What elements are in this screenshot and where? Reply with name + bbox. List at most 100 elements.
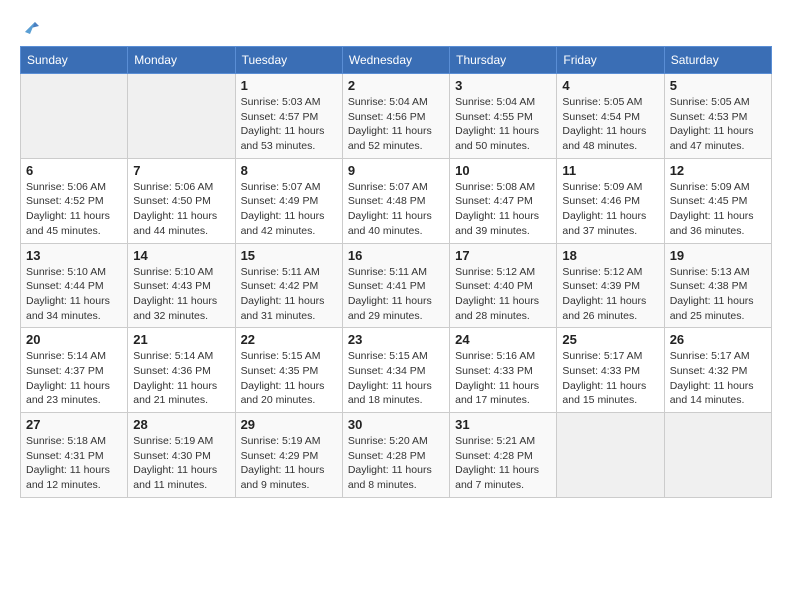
sunrise-text: Sunrise: 5:07 AM [241,180,337,195]
sunrise-text: Sunrise: 5:03 AM [241,95,337,110]
sunrise-text: Sunrise: 5:15 AM [241,349,337,364]
calendar-cell: 15Sunrise: 5:11 AMSunset: 4:42 PMDayligh… [235,243,342,328]
daylight-text: Daylight: 11 hours and 18 minutes. [348,379,444,408]
sunset-text: Sunset: 4:52 PM [26,194,122,209]
weekday-header-thursday: Thursday [450,47,557,74]
sunrise-text: Sunrise: 5:19 AM [133,434,229,449]
sunrise-text: Sunrise: 5:08 AM [455,180,551,195]
sunrise-text: Sunrise: 5:13 AM [670,265,766,280]
day-number: 11 [562,163,658,178]
calendar-cell: 5Sunrise: 5:05 AMSunset: 4:53 PMDaylight… [664,74,771,159]
weekday-header-friday: Friday [557,47,664,74]
sunrise-text: Sunrise: 5:11 AM [241,265,337,280]
calendar-cell: 11Sunrise: 5:09 AMSunset: 4:46 PMDayligh… [557,158,664,243]
calendar-week-row: 20Sunrise: 5:14 AMSunset: 4:37 PMDayligh… [21,328,772,413]
daylight-text: Daylight: 11 hours and 9 minutes. [241,463,337,492]
calendar-cell: 19Sunrise: 5:13 AMSunset: 4:38 PMDayligh… [664,243,771,328]
daylight-text: Daylight: 11 hours and 37 minutes. [562,209,658,238]
calendar-cell: 3Sunrise: 5:04 AMSunset: 4:55 PMDaylight… [450,74,557,159]
day-detail: Sunrise: 5:11 AMSunset: 4:41 PMDaylight:… [348,265,444,324]
day-detail: Sunrise: 5:11 AMSunset: 4:42 PMDaylight:… [241,265,337,324]
day-number: 18 [562,248,658,263]
calendar-week-row: 6Sunrise: 5:06 AMSunset: 4:52 PMDaylight… [21,158,772,243]
day-detail: Sunrise: 5:05 AMSunset: 4:54 PMDaylight:… [562,95,658,154]
daylight-text: Daylight: 11 hours and 12 minutes. [26,463,122,492]
day-number: 26 [670,332,766,347]
calendar-cell: 17Sunrise: 5:12 AMSunset: 4:40 PMDayligh… [450,243,557,328]
daylight-text: Daylight: 11 hours and 42 minutes. [241,209,337,238]
day-number: 7 [133,163,229,178]
weekday-header-tuesday: Tuesday [235,47,342,74]
sunrise-text: Sunrise: 5:14 AM [133,349,229,364]
calendar-week-row: 27Sunrise: 5:18 AMSunset: 4:31 PMDayligh… [21,413,772,498]
sunrise-text: Sunrise: 5:04 AM [455,95,551,110]
day-detail: Sunrise: 5:09 AMSunset: 4:45 PMDaylight:… [670,180,766,239]
calendar-cell [557,413,664,498]
day-number: 30 [348,417,444,432]
sunset-text: Sunset: 4:37 PM [26,364,122,379]
daylight-text: Daylight: 11 hours and 15 minutes. [562,379,658,408]
sunset-text: Sunset: 4:36 PM [133,364,229,379]
sunset-text: Sunset: 4:33 PM [562,364,658,379]
calendar-cell: 6Sunrise: 5:06 AMSunset: 4:52 PMDaylight… [21,158,128,243]
sunset-text: Sunset: 4:57 PM [241,110,337,125]
day-number: 10 [455,163,551,178]
daylight-text: Daylight: 11 hours and 48 minutes. [562,124,658,153]
day-detail: Sunrise: 5:15 AMSunset: 4:34 PMDaylight:… [348,349,444,408]
sunrise-text: Sunrise: 5:15 AM [348,349,444,364]
day-detail: Sunrise: 5:07 AMSunset: 4:48 PMDaylight:… [348,180,444,239]
sunset-text: Sunset: 4:35 PM [241,364,337,379]
day-detail: Sunrise: 5:03 AMSunset: 4:57 PMDaylight:… [241,95,337,154]
daylight-text: Daylight: 11 hours and 47 minutes. [670,124,766,153]
sunset-text: Sunset: 4:54 PM [562,110,658,125]
sunrise-text: Sunrise: 5:20 AM [348,434,444,449]
sunset-text: Sunset: 4:33 PM [455,364,551,379]
sunset-text: Sunset: 4:40 PM [455,279,551,294]
sunrise-text: Sunrise: 5:06 AM [26,180,122,195]
calendar-cell: 14Sunrise: 5:10 AMSunset: 4:43 PMDayligh… [128,243,235,328]
calendar-week-row: 13 Sunrise: 5:10 AMSunset: 4:44 PMDayligh… [21,243,772,328]
calendar-cell: 10 Sunrise: 5:08 AMSunset: 4:47 PMDayligh… [450,158,557,243]
day-number: 2 [348,78,444,93]
sunrise-text: Sunrise: 5:14 AM [26,349,122,364]
day-detail: Sunrise: 5:08 AMSunset: 4:47 PMDaylight:… [455,180,551,239]
sunrise-text: Sunrise: 5:09 AM [670,180,766,195]
calendar-cell: 28Sunrise: 5:19 AMSunset: 4:30 PMDayligh… [128,413,235,498]
sunset-text: Sunset: 4:45 PM [670,194,766,209]
calendar-cell [664,413,771,498]
daylight-text: Daylight: 11 hours and 40 minutes. [348,209,444,238]
daylight-text: Daylight: 11 hours and 23 minutes. [26,379,122,408]
calendar-cell: 7Sunrise: 5:06 AMSunset: 4:50 PMDaylight… [128,158,235,243]
sunrise-text: Sunrise: 5:11 AM [348,265,444,280]
sunrise-text: Sunrise: 5:04 AM [348,95,444,110]
day-detail: Sunrise: 5:04 AMSunset: 4:55 PMDaylight:… [455,95,551,154]
sunrise-text: Sunrise: 5:12 AM [562,265,658,280]
daylight-text: Daylight: 11 hours and 28 minutes. [455,294,551,323]
daylight-text: Daylight: 11 hours and 14 minutes. [670,379,766,408]
sunset-text: Sunset: 4:55 PM [455,110,551,125]
calendar-cell [21,74,128,159]
day-number: 24 [455,332,551,347]
calendar-cell: 13 Sunrise: 5:10 AMSunset: 4:44 PMDayligh… [21,243,128,328]
day-detail: Sunrise: 5:16 AMSunset: 4:33 PMDaylight:… [455,349,551,408]
day-number: 8 [241,163,337,178]
day-detail: Sunrise: 5:19 AMSunset: 4:29 PMDaylight:… [241,434,337,493]
day-number: 12 [670,163,766,178]
day-detail: Sunrise: 5:10 AMSunset: 4:44 PMDaylight:… [26,265,122,324]
page-header [20,20,772,30]
daylight-text: Daylight: 11 hours and 11 minutes. [133,463,229,492]
sunset-text: Sunset: 4:41 PM [348,279,444,294]
sunrise-text: Sunrise: 5:18 AM [26,434,122,449]
logo-bird-icon [21,18,39,36]
calendar-cell: 22Sunrise: 5:15 AMSunset: 4:35 PMDayligh… [235,328,342,413]
weekday-header-wednesday: Wednesday [342,47,449,74]
day-number: 13 [26,248,122,263]
sunrise-text: Sunrise: 5:05 AM [670,95,766,110]
daylight-text: Daylight: 11 hours and 7 minutes. [455,463,551,492]
day-number: 27 [26,417,122,432]
sunset-text: Sunset: 4:30 PM [133,449,229,464]
day-number: 31 [455,417,551,432]
day-detail: Sunrise: 5:14 AMSunset: 4:36 PMDaylight:… [133,349,229,408]
sunset-text: Sunset: 4:28 PM [348,449,444,464]
day-number: 4 [562,78,658,93]
